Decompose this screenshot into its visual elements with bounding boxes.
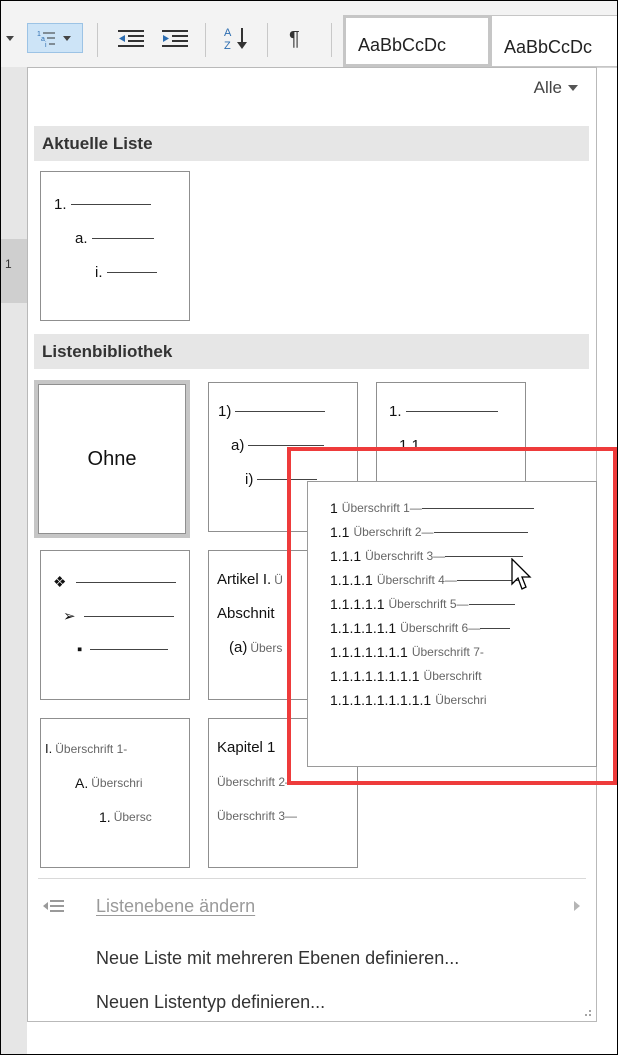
tile-line: i. [95,264,157,281]
decrease-indent-button[interactable] [111,23,151,53]
decrease-indent-icon [118,30,144,47]
style-preview-standard[interactable]: AaBbCcDc [343,15,491,67]
preview-line: 1.1 Überschrift 2— [330,524,528,540]
define-list-style-item[interactable]: Neuen Listentyp definieren... [28,982,596,1022]
preview-line: 1.1.1.1.1.1.1.1.1 Überschri [330,692,487,708]
dropdown-arrow-icon [568,85,578,91]
word-window: 1 a i A Z ¶ AaBbCcDc AaBbCcDc 1 Alle Akt… [0,0,618,1055]
resize-grip-icon[interactable] [582,1007,592,1017]
list-none-tile[interactable]: Ohne [34,380,190,538]
show-formatting-button[interactable]: ¶ [277,23,317,53]
preview-line: 1.1.1.1.1.1 Überschrift 6— [330,620,511,636]
preview-line: 1.1.1.1.1 Überschrift 5— [330,596,515,612]
list-bullets-tile[interactable]: ❖ ➢ ▪ [40,550,190,700]
tile-line: 1. [54,196,151,213]
svg-text:i: i [45,42,47,48]
mouse-cursor-icon [511,558,532,590]
define-list-style-label: Neuen Listentyp definieren... [96,991,326,1012]
preview-line: 1.1.1.1 Überschrift 4— [330,572,521,588]
submenu-arrow-icon [574,901,580,911]
none-label: Ohne [87,447,137,470]
tile-line: a. [75,230,154,247]
ruler-number: 1 [5,257,12,271]
pilcrow-icon: ¶ [289,28,300,49]
sort-button[interactable]: A Z [217,23,257,53]
section-current-list: Aktuelle Liste [34,126,589,161]
preview-line: 1.1.1.1.1.1.1.1 Überschrift [330,668,482,684]
section-list-library: Listenbibliothek [34,334,589,369]
filter-label: Alle [533,78,562,97]
current-list-tile[interactable]: 1. a. i. [40,171,190,321]
list-roman-heading-tile[interactable]: I. Überschrift 1- A. Überschri 1. Übersc [40,718,190,868]
filter-dropdown[interactable]: Alle [534,78,578,98]
dropdown-arrow-icon[interactable] [5,23,15,53]
sort-az-icon: A Z [224,27,247,51]
increase-indent-icon [162,30,188,47]
preview-line: 1.1.1 Überschrift 3— [330,548,524,564]
svg-text:¶: ¶ [289,28,300,49]
increase-indent-button[interactable] [155,23,195,53]
multilevel-list-button[interactable]: 1 a i [27,23,83,53]
list-level-icon [43,900,64,912]
svg-text:A: A [224,27,232,39]
svg-text:Z: Z [224,40,231,51]
change-list-level-item[interactable]: Listenebene ändern [28,886,596,926]
multilevel-list-icon: 1 a i [37,31,71,48]
define-multilevel-list-item[interactable]: Neue Liste mit mehreren Ebenen definiere… [28,938,596,978]
vertical-ruler: 1 [1,67,27,1054]
style-preview-no-spacing[interactable]: AaBbCcDc [491,15,617,67]
preview-line: 1 Überschrift 1— [330,500,534,516]
preview-line: 1.1.1.1.1.1.1 Überschrift 7- [330,644,484,660]
heading-list-preview-popup: 1 Überschrift 1— 1.1 Überschrift 2— 1.1.1 Ü… [307,481,597,767]
define-multilevel-list-label: Neue Liste mit mehreren Ebenen definiere… [96,947,460,968]
ribbon-paragraph-group: 1 a i A Z ¶ AaBbCcDc AaBbCcDc [1,1,617,68]
change-list-level-label: Listenebene ändern [96,895,256,916]
